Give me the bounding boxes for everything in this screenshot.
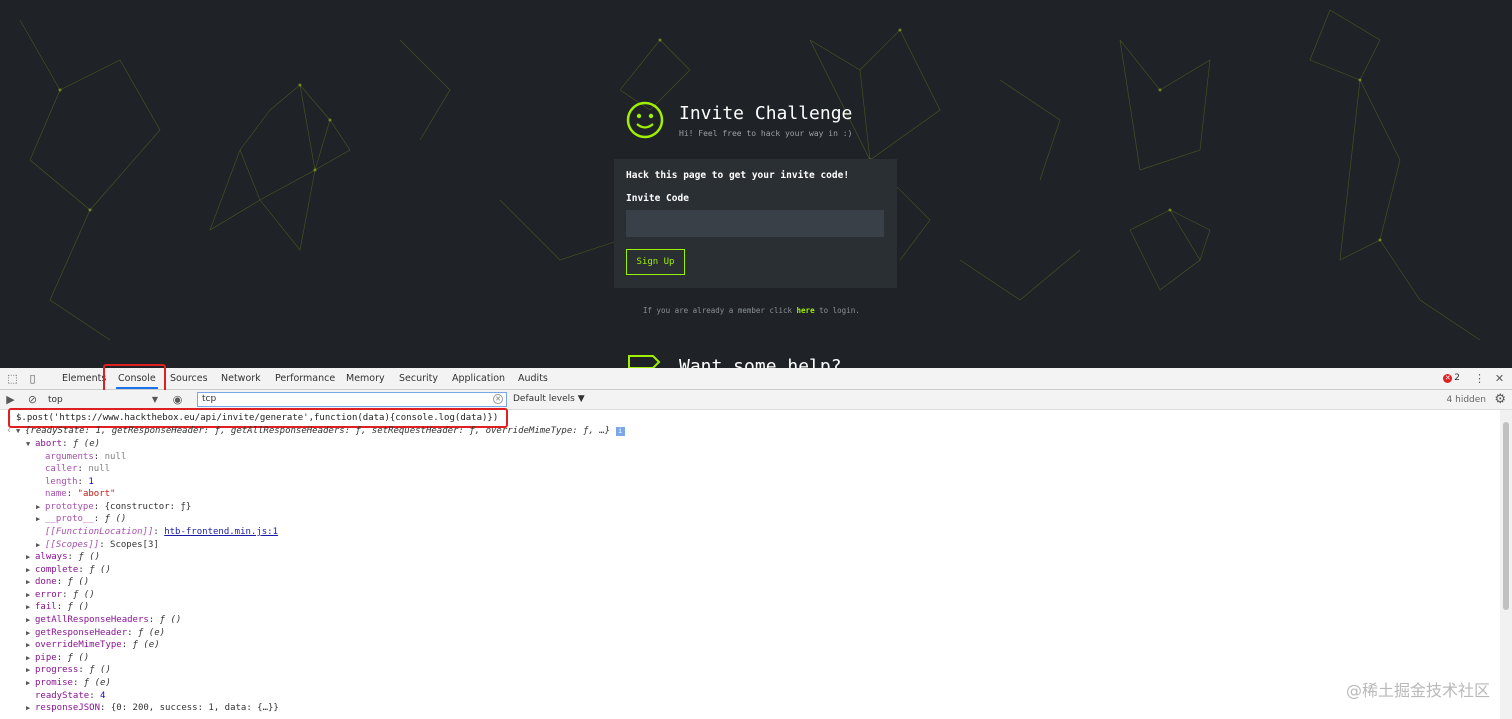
abort-caller: caller: null xyxy=(45,464,111,474)
more-options-icon[interactable]: ⋮ xyxy=(1473,372,1486,385)
prop-method[interactable]: ▶ promise: ƒ (e) xyxy=(26,677,111,690)
clear-console-icon[interactable]: ⊘ xyxy=(26,393,39,406)
prop-method[interactable]: ▶ error: ƒ () xyxy=(26,589,95,602)
chevron-down-icon: ▼ xyxy=(151,395,158,404)
prop-method[interactable]: ▶ getResponseHeader: ƒ (e) xyxy=(26,627,165,640)
abort-function-location: [[FunctionLocation]]: htb-frontend.min.j… xyxy=(45,527,279,537)
scrollbar-thumb[interactable] xyxy=(1503,422,1509,610)
prop-value: ƒ (e) xyxy=(72,439,101,449)
invite-card: Hack this page to get your invite code! … xyxy=(614,159,897,288)
device-toolbar-icon[interactable]: ▯ xyxy=(26,372,39,385)
sidebar-toggle-icon[interactable]: ▶ xyxy=(4,393,17,406)
abort-name: name: "abort" xyxy=(45,489,116,499)
error-count: 2 xyxy=(1454,373,1460,383)
live-expression-eye-icon[interactable]: ◉ xyxy=(171,393,184,406)
output-arrow-icon: ‹ xyxy=(6,425,13,436)
member-text-after: to login. xyxy=(819,306,860,315)
signpost-icon xyxy=(628,355,661,368)
watermark-text: @稀土掘金技术社区 xyxy=(1345,681,1490,700)
close-devtools-icon[interactable]: ✕ xyxy=(1493,372,1506,385)
tab-audits[interactable]: Audits xyxy=(510,368,556,389)
console-filter-input[interactable]: tcp ✕ xyxy=(197,392,507,407)
filter-value: tcp xyxy=(202,394,217,404)
prop-abort[interactable]: ▼ abort: ƒ (e) xyxy=(26,438,100,451)
result-summary-text: {readyState: 1, getResponseHeader: ƒ, ge… xyxy=(25,426,611,436)
error-icon: ✕ xyxy=(1443,374,1453,383)
prop-method[interactable]: ▶ overrideMimeType: ƒ (e) xyxy=(26,639,160,652)
tab-performance[interactable]: Performance xyxy=(267,368,343,389)
abort-proto[interactable]: ▶ __proto__: ƒ () xyxy=(36,513,126,526)
console-tab-highlight xyxy=(103,364,166,393)
invite-code-label: Invite Code xyxy=(626,193,689,204)
tab-security[interactable]: Security xyxy=(391,368,446,389)
source-link[interactable]: htb-frontend.min.js:1 xyxy=(164,527,278,537)
inspect-element-icon[interactable]: ⬚ xyxy=(6,372,19,385)
abort-scopes[interactable]: ▶ [[Scopes]]: Scopes[3] xyxy=(36,539,159,552)
prop-method[interactable]: ▶ fail: ƒ () xyxy=(26,601,89,614)
abort-prototype[interactable]: ▶ prototype: {constructor: ƒ} xyxy=(36,501,191,514)
prop-method[interactable]: ▶ always: ƒ () xyxy=(26,551,100,564)
result-summary[interactable]: ▼ {readyState: 1, getResponseHeader: ƒ, g… xyxy=(16,425,625,438)
prop-method[interactable]: ▶ progress: ƒ () xyxy=(26,664,111,677)
context-value: top xyxy=(48,395,63,405)
clear-filter-icon[interactable]: ✕ xyxy=(493,394,503,404)
abort-length: length: 1 xyxy=(45,477,94,487)
console-toolbar: ▶ ⊘ top ▼ ◉ tcp ✕ Default levels ▼ 4 hid… xyxy=(0,390,1512,410)
card-heading: Hack this page to get your invite code! xyxy=(626,170,850,181)
log-levels-dropdown[interactable]: Default levels ▼ xyxy=(513,394,585,404)
tab-application[interactable]: Application xyxy=(444,368,513,389)
prop-method[interactable]: ▶ getAllResponseHeaders: ƒ () xyxy=(26,614,181,627)
prop-method[interactable]: ▶ done: ƒ () xyxy=(26,576,89,589)
page-subtitle: Hi! Feel free to hack your way in :) xyxy=(679,129,853,138)
tab-sources[interactable]: Sources xyxy=(162,368,216,389)
web-page: Invite Challenge Hi! Feel free to hack y… xyxy=(0,0,1512,368)
member-text: If you are already a member click xyxy=(643,306,793,315)
abort-arguments: arguments: null xyxy=(45,452,127,462)
member-login-line: If you are already a member click here t… xyxy=(643,306,860,315)
context-select[interactable]: top ▼ xyxy=(48,393,158,407)
invite-code-input[interactable] xyxy=(626,210,884,237)
info-icon[interactable]: i xyxy=(615,427,625,436)
console-settings-gear-icon[interactable]: ⚙ xyxy=(1494,392,1506,407)
console-scrollbar[interactable] xyxy=(1500,410,1512,719)
login-link[interactable]: here xyxy=(797,306,815,315)
hidden-messages-count: 4 hidden xyxy=(1446,395,1486,405)
error-count-badge[interactable]: ✕ 2 xyxy=(1443,373,1460,383)
devtools-tabbar: ⬚ ▯ Elements Console Sources Network Per… xyxy=(0,364,1512,393)
prop-method[interactable]: ▶ complete: ƒ () xyxy=(26,564,111,577)
expand-triangle-icon: ▼ xyxy=(16,427,21,435)
sign-up-button[interactable]: Sign Up xyxy=(626,249,685,275)
page-title: Invite Challenge xyxy=(679,103,853,124)
help-title: Want some help? xyxy=(679,356,842,368)
expand-triangle-icon: ▼ xyxy=(26,440,31,448)
devtools-panel: ⬚ ▯ Elements Console Sources Network Per… xyxy=(0,364,1512,719)
prop-key: abort xyxy=(35,439,63,449)
tab-memory[interactable]: Memory xyxy=(338,368,393,389)
prop-response-json[interactable]: ▶ responseJSON: {0: 200, success: 1, data… xyxy=(26,702,279,715)
prop-ready-state: readyState: 4 xyxy=(35,691,106,701)
tab-network[interactable]: Network xyxy=(213,368,269,389)
smiley-logo-icon xyxy=(626,101,664,139)
console-output: › $.post('https://www.hackthebox.eu/api/… xyxy=(0,408,1500,719)
prop-method[interactable]: ▶ pipe: ƒ () xyxy=(26,652,89,665)
